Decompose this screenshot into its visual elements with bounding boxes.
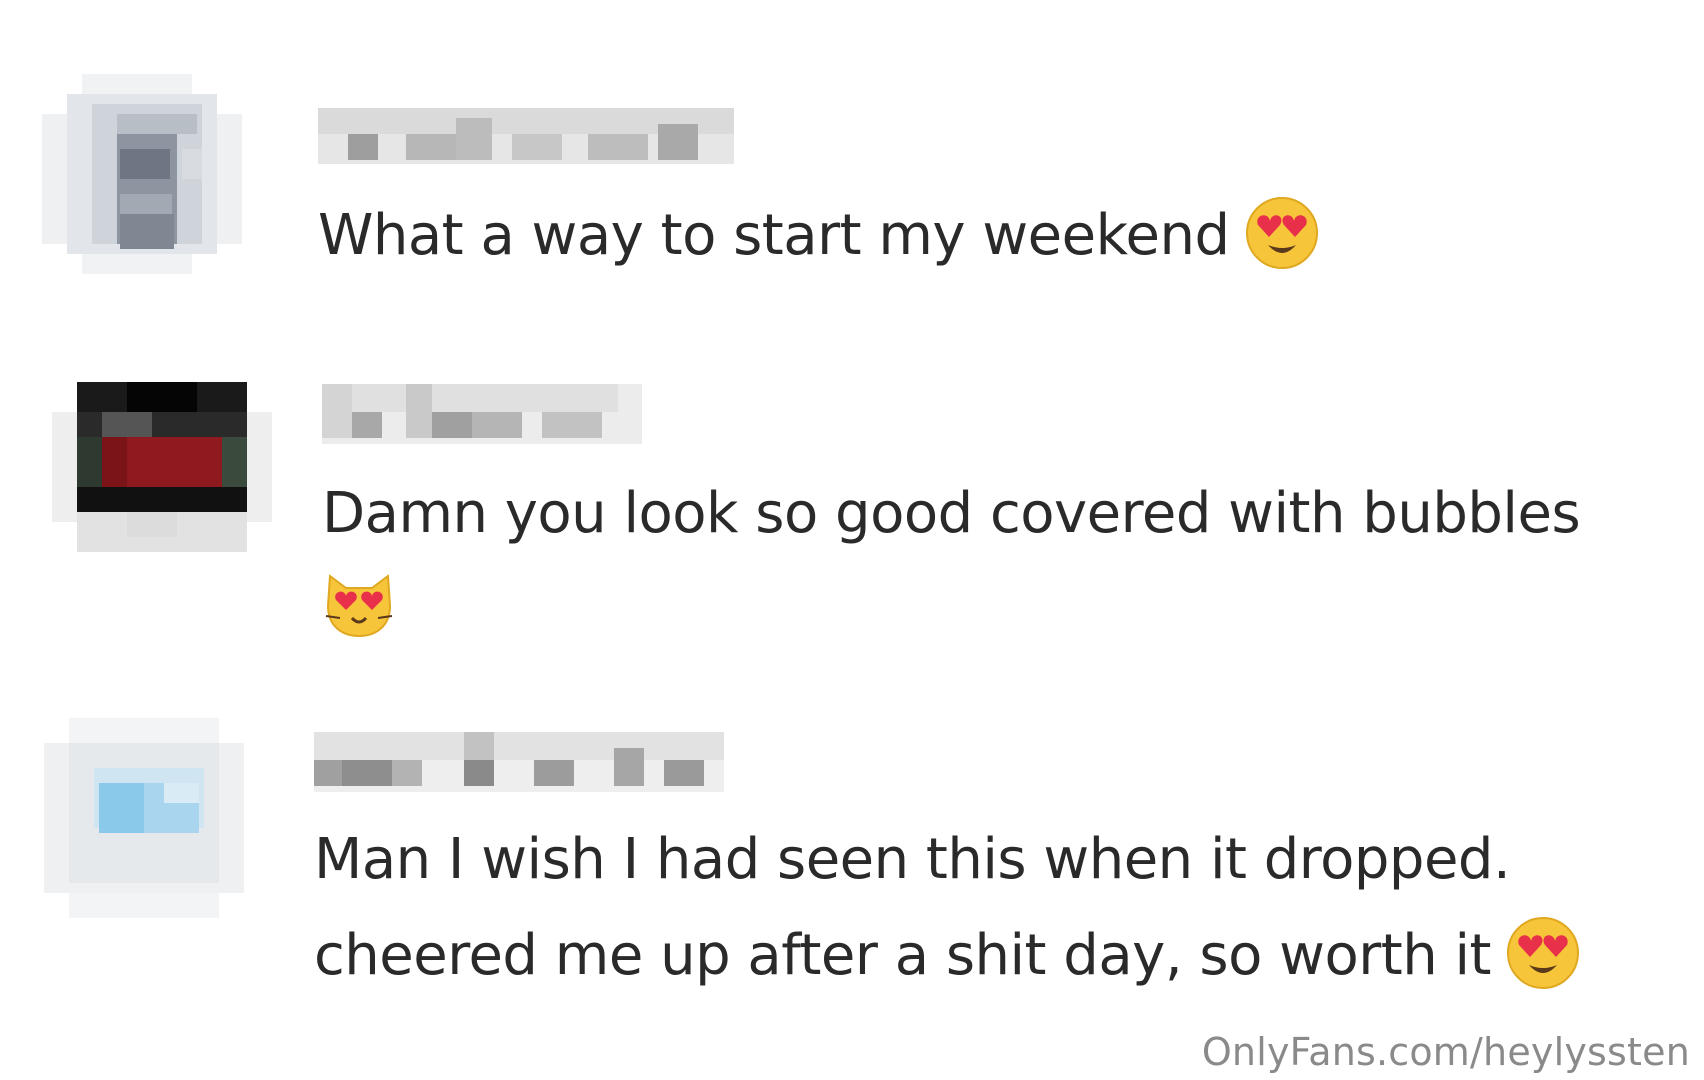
avatar[interactable] xyxy=(44,718,244,918)
comment-text: What a way to start my weekend xyxy=(318,188,1320,284)
username-redacted[interactable] xyxy=(314,732,724,792)
username-redacted[interactable] xyxy=(318,108,734,164)
watermark: OnlyFans.com/heylyssten xyxy=(1201,1030,1690,1074)
comment-text-line-1: Man I wish I had seen this when it dropp… xyxy=(314,827,1511,892)
comment-text: Man I wish I had seen this when it dropp… xyxy=(314,812,1511,908)
heart-eyes-face-icon xyxy=(1505,915,1581,991)
comment-text: Damn you look so good covered with bubbl… xyxy=(322,466,1581,562)
heart-eyes-cat-icon xyxy=(322,566,396,644)
comment-text-body: Damn you look so good covered with bubbl… xyxy=(322,481,1581,546)
avatar[interactable] xyxy=(42,74,242,274)
avatar[interactable] xyxy=(52,382,272,582)
comment-text-line-2: cheered me up after a shit day, so worth… xyxy=(314,923,1492,988)
comment-text-body: What a way to start my weekend xyxy=(318,203,1230,268)
heart-eyes-face-icon xyxy=(1244,195,1320,271)
comment-text: cheered me up after a shit day, so worth… xyxy=(314,908,1581,1004)
username-redacted[interactable] xyxy=(322,384,642,444)
